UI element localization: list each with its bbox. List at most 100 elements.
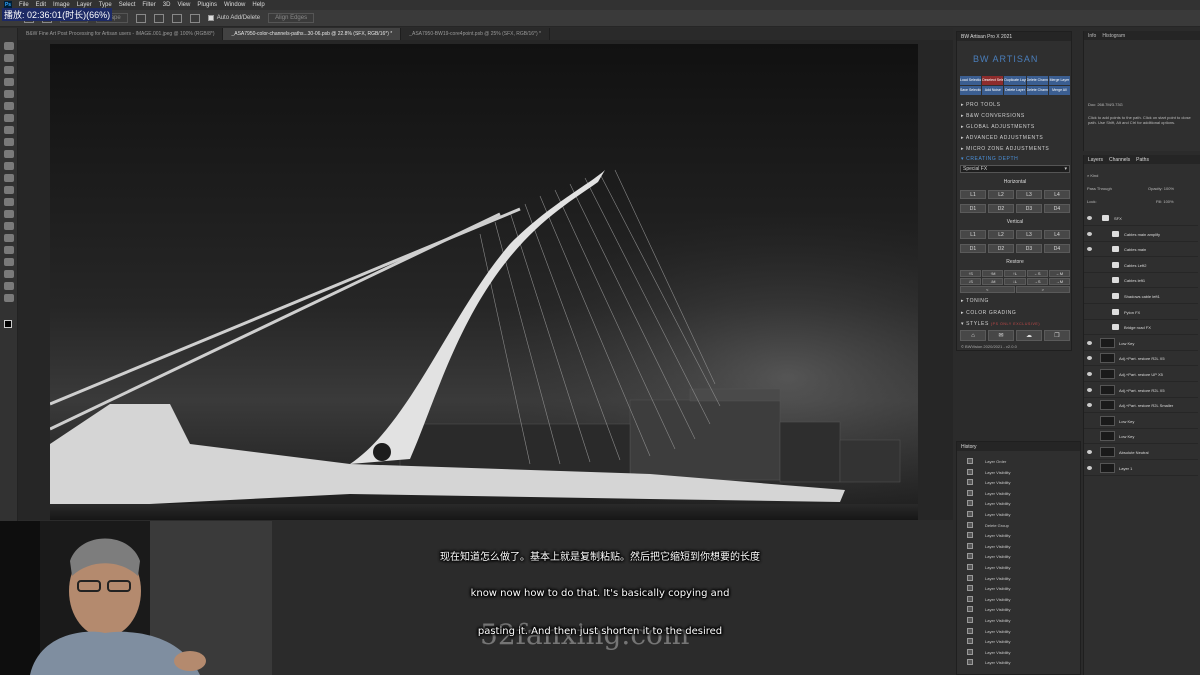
- horizontal-d2-button[interactable]: D2: [988, 204, 1014, 213]
- tab-layers[interactable]: Layers: [1088, 157, 1103, 163]
- lasso-tool-icon[interactable]: [4, 66, 14, 74]
- eye-icon[interactable]: [1087, 403, 1092, 408]
- move-tool-icon[interactable]: [4, 42, 14, 50]
- history-item[interactable]: Layer Visibility: [967, 509, 1075, 519]
- section-pro-tools[interactable]: ▸ PRO TOOLS: [961, 102, 1001, 108]
- merge-layer-button[interactable]: Merge Layer: [1048, 76, 1070, 85]
- vertical-d4-button[interactable]: D4: [1044, 244, 1070, 253]
- eyedropper-tool-icon[interactable]: [4, 114, 14, 122]
- eye-icon[interactable]: [1087, 231, 1092, 236]
- restore-button[interactable]: ↓S: [960, 278, 982, 285]
- menu-filter[interactable]: Filter: [142, 2, 155, 8]
- quick-select-tool-icon[interactable]: [4, 78, 14, 86]
- align-edges-button[interactable]: Align Edges: [268, 13, 315, 23]
- section-bw-conversions[interactable]: ▸ B&W CONVERSIONS: [961, 113, 1025, 119]
- layer-row[interactable]: SFX: [1084, 211, 1198, 226]
- vertical-l1-button[interactable]: L1: [960, 230, 986, 239]
- duplicate-layer-button[interactable]: Duplicate Layer: [1004, 76, 1026, 85]
- auto-add-delete-checkbox[interactable]: Auto Add/Delete: [207, 15, 260, 21]
- horizontal-l4-button[interactable]: L4: [1044, 190, 1070, 199]
- merge-all-button[interactable]: Merge All: [1048, 86, 1070, 95]
- eraser-tool-icon[interactable]: [4, 174, 14, 182]
- history-brush-tool-icon[interactable]: [4, 162, 14, 170]
- restore-button[interactable]: ↓M: [982, 278, 1004, 285]
- layer-row[interactable]: Pylon FX: [1084, 305, 1198, 320]
- menu-help[interactable]: Help: [252, 2, 264, 8]
- history-item[interactable]: Layer Visibility: [967, 573, 1075, 583]
- bridge-photo[interactable]: [50, 44, 918, 520]
- deselect-selection-button[interactable]: Deselect Selection: [982, 76, 1004, 85]
- history-item[interactable]: Layer Visibility: [967, 530, 1075, 540]
- add-noise-button[interactable]: Add Noise: [982, 86, 1004, 95]
- layer-row[interactable]: Bridge road FX: [1084, 320, 1198, 336]
- layer-row[interactable]: Cables main amplify: [1084, 227, 1198, 242]
- eye-icon[interactable]: [1087, 340, 1092, 345]
- restore-button[interactable]: ↑M: [982, 270, 1004, 277]
- history-item[interactable]: Layer Visibility: [967, 647, 1075, 657]
- layer-row[interactable]: Adj.+Part. restore R2L Smaller: [1084, 398, 1198, 414]
- eye-icon[interactable]: [1087, 387, 1092, 392]
- horizontal-l2-button[interactable]: L2: [988, 190, 1014, 199]
- layer-row[interactable]: Shadows cable left1: [1084, 289, 1198, 304]
- history-item[interactable]: Layer Visibility: [967, 615, 1075, 625]
- layer-row[interactable]: Low Key: [1084, 414, 1198, 429]
- brush-tool-icon[interactable]: [4, 138, 14, 146]
- path-alignment-icon[interactable]: [153, 13, 164, 23]
- tab-paths[interactable]: Paths: [1136, 157, 1149, 163]
- vertical-d3-button[interactable]: D3: [1016, 244, 1042, 253]
- history-item[interactable]: Layer Visibility: [967, 467, 1075, 477]
- blend-mode-select[interactable]: Pass Through: [1087, 186, 1112, 191]
- path-arrangement-icon[interactable]: [171, 13, 182, 23]
- history-item[interactable]: Delete Group: [967, 520, 1075, 530]
- restore-button[interactable]: ↑L: [1004, 270, 1026, 277]
- mail-icon[interactable]: ✉: [988, 330, 1014, 341]
- crop-tool-icon[interactable]: [4, 90, 14, 98]
- eye-icon[interactable]: [1087, 450, 1092, 454]
- layer-filter[interactable]: ⌕ Kind: [1087, 173, 1098, 178]
- preset-dropdown[interactable]: Special FX ▾: [960, 165, 1070, 173]
- pen-tool-icon[interactable]: [4, 222, 14, 230]
- eye-icon[interactable]: [1087, 465, 1092, 470]
- horizontal-l1-button[interactable]: L1: [960, 190, 986, 199]
- stamp-tool-icon[interactable]: [4, 150, 14, 158]
- foreground-color-swatch[interactable]: [4, 320, 12, 328]
- tab-info[interactable]: Info: [1088, 33, 1096, 39]
- fill-control[interactable]: Fill: 100%: [1156, 199, 1174, 204]
- vertical-l2-button[interactable]: L2: [988, 230, 1014, 239]
- eye-icon[interactable]: [1087, 247, 1092, 252]
- layer-row[interactable]: Adj.+Part. restore R2L X5: [1084, 351, 1198, 367]
- type-tool-icon[interactable]: [4, 234, 14, 242]
- eye-icon[interactable]: [1087, 216, 1092, 220]
- restore-prev-button[interactable]: <: [960, 286, 1015, 293]
- history-item[interactable]: Layer Visibility: [967, 636, 1075, 646]
- rectangle-tool-icon[interactable]: [4, 258, 14, 266]
- history-item[interactable]: Layer Order: [967, 456, 1075, 466]
- gear-icon[interactable]: [189, 13, 200, 23]
- dodge-tool-icon[interactable]: [4, 210, 14, 218]
- document-tab[interactable]: _ASA7950-BW19-core4point.psb @ 25% (SFX,…: [401, 28, 551, 40]
- layer-row[interactable]: Cables main: [1084, 242, 1198, 258]
- history-item[interactable]: Layer Visibility: [967, 657, 1075, 667]
- history-item[interactable]: Layer Visibility: [967, 477, 1075, 487]
- restore-button[interactable]: ↓L: [1004, 278, 1026, 285]
- hand-tool-icon[interactable]: [4, 270, 14, 278]
- section-advanced-adjustments[interactable]: ▸ ADVANCED ADJUSTMENTS: [961, 135, 1043, 141]
- menu-3d[interactable]: 3D: [163, 2, 171, 8]
- history-item[interactable]: Layer Visibility: [967, 604, 1075, 614]
- layer-row[interactable]: Cables left1: [1084, 273, 1198, 289]
- copy-icon[interactable]: ❐: [1044, 330, 1070, 341]
- layer-row[interactable]: Low Key: [1084, 429, 1198, 445]
- opacity-control[interactable]: Opacity: 100%: [1148, 186, 1174, 191]
- more-tool-icon[interactable]: [4, 294, 14, 302]
- restore-button[interactable]: ←S: [1026, 270, 1048, 277]
- load-selection-button[interactable]: Load Selection: [960, 76, 982, 85]
- path-select-tool-icon[interactable]: [4, 246, 14, 254]
- marquee-tool-icon[interactable]: [4, 54, 14, 62]
- layer-row[interactable]: Adj.+Part. restore R2L X5: [1084, 383, 1198, 398]
- layer-row[interactable]: Cables Left2: [1084, 258, 1198, 273]
- vertical-l3-button[interactable]: L3: [1016, 230, 1042, 239]
- path-operations-icon[interactable]: [135, 13, 146, 23]
- save-selection-button[interactable]: Save Selection: [960, 86, 982, 95]
- section-creating-depth[interactable]: ▾ CREATING DEPTH: [961, 156, 1018, 162]
- document-tab-active[interactable]: _ASA7950-color-channels-paths...30-06.ps…: [223, 28, 402, 40]
